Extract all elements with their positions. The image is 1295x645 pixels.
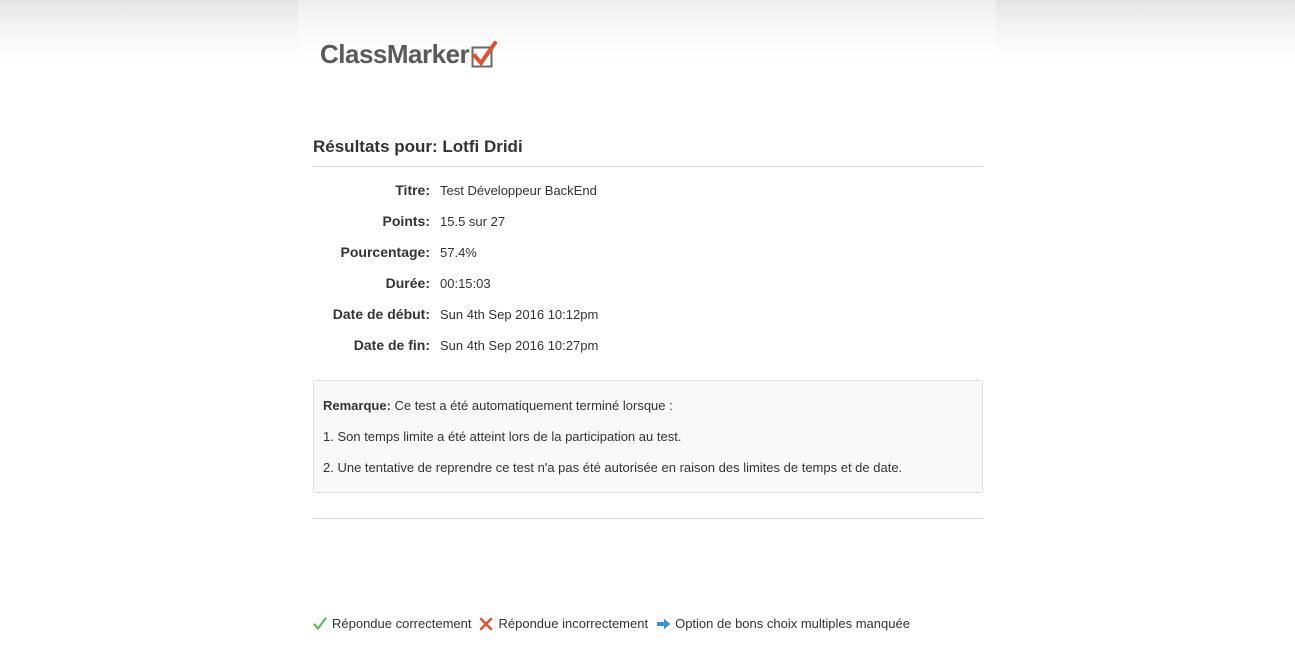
cross-icon [479, 617, 493, 631]
detail-row-percentage: Pourcentage: 57.4% [313, 244, 983, 275]
detail-value: 15.5 sur 27 [440, 214, 506, 229]
logo-checkbox-icon [471, 40, 498, 68]
answer-legend: Répondue correctement Répondue incorrect… [313, 616, 918, 631]
detail-label: Date de début: [332, 306, 430, 322]
arrow-right-icon [656, 617, 671, 631]
detail-row-title: Titre: Test Développeur BackEnd [313, 182, 983, 213]
detail-value: Test Développeur BackEnd [440, 183, 597, 198]
note-item: 2. Une tentative de reprendre ce test n'… [323, 460, 903, 475]
note-intro-text: Ce test a été automatiquement terminé lo… [390, 398, 673, 413]
classmarker-logo: ClassMarker [320, 38, 498, 70]
note-box: Remarque: Ce test a été automatiquement … [313, 380, 983, 493]
results-panel: Résultats pour: Lotfi Dridi Titre: Test … [313, 132, 983, 519]
detail-row-points: Points: 15.5 sur 27 [313, 213, 983, 244]
detail-value: Sun 4th Sep 2016 10:27pm [440, 338, 599, 353]
note-label: Remarque: [323, 398, 391, 413]
detail-label: Titre: [395, 182, 430, 198]
detail-label: Pourcentage: [340, 244, 430, 260]
note-intro: Remarque: Ce test a été automatiquement … [323, 398, 973, 413]
legend-label: Répondue incorrectement [498, 616, 649, 631]
detail-value: 57.4% [440, 245, 477, 260]
legend-item-correct: Répondue correctement [313, 616, 471, 631]
detail-value: 00:15:03 [440, 276, 491, 291]
legend-label: Répondue correctement [332, 616, 472, 631]
detail-value: Sun 4th Sep 2016 10:12pm [440, 307, 599, 322]
detail-row-duration: Durée: 00:15:03 [313, 275, 983, 306]
legend-label: Option de bons choix multiples manquée [675, 616, 910, 631]
checkmark-icon [313, 616, 327, 631]
detail-label: Points: [382, 213, 430, 229]
detail-label: Date de fin: [353, 337, 430, 353]
legend-item-missed: Option de bons choix multiples manquée [656, 616, 910, 631]
results-heading: Résultats pour: Lotfi Dridi [313, 132, 983, 167]
logo-text: ClassMarker [320, 39, 470, 69]
detail-label: Durée: [385, 275, 430, 291]
divider [313, 518, 983, 519]
results-details: Titre: Test Développeur BackEnd Points: … [313, 182, 983, 368]
note-item: 1. Son temps limite a été atteint lors d… [323, 429, 682, 444]
legend-item-incorrect: Répondue incorrectement [479, 616, 648, 631]
detail-row-end-date: Date de fin: Sun 4th Sep 2016 10:27pm [313, 337, 983, 368]
detail-row-start-date: Date de début: Sun 4th Sep 2016 10:12pm [313, 306, 983, 337]
